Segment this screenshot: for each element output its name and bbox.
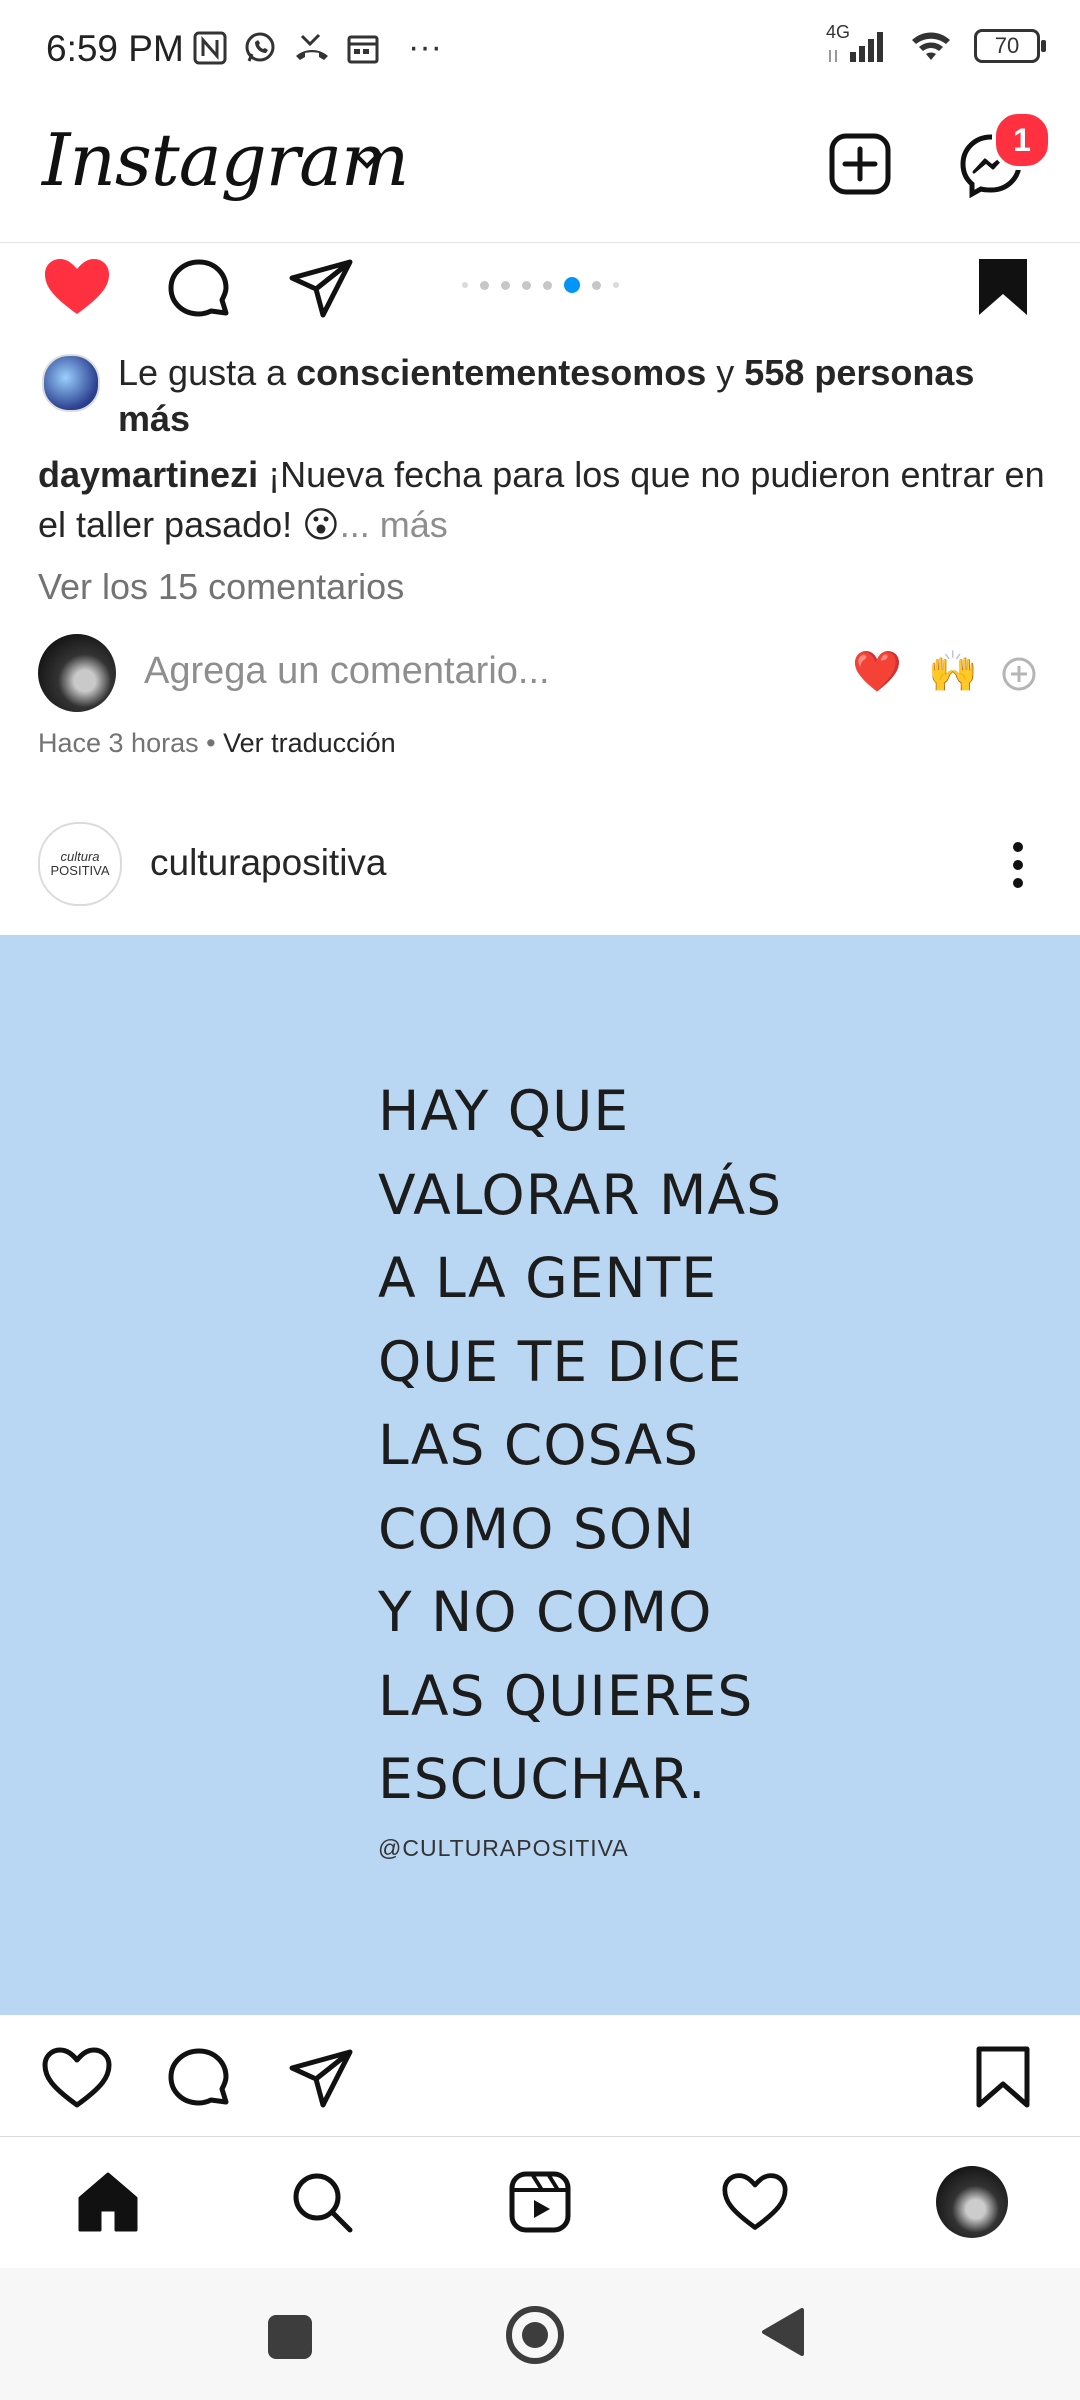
status-time: 6:59 PM [46,28,184,69]
header-divider [0,242,1080,243]
messenger-badge: 1 [992,110,1052,170]
caption-more-link[interactable]: ... más [340,504,448,545]
carousel-dot [592,280,601,290]
view-comments-link[interactable]: Ver los 15 comentarios [38,566,404,608]
search-icon[interactable] [290,2170,354,2234]
account-avatar[interactable]: cultura POSITIVA [38,822,122,906]
see-translation-link[interactable]: Ver traducción [223,728,396,758]
avatar-text-top: cultura [60,849,100,864]
like-heart-icon[interactable] [42,2047,112,2109]
profile-avatar[interactable] [936,2166,1008,2238]
carousel-dot [501,280,510,290]
quote-line: HAY QUE [378,1079,630,1143]
post-caption[interactable]: daymartinezi ¡Nueva fecha para los que n… [38,450,1048,550]
comment-icon[interactable] [166,257,232,323]
post-timestamp: Hace 3 horas • Ver traducción [38,728,396,758]
bookmark-filled-icon[interactable] [976,256,1030,318]
nfc-icon [193,31,227,64]
back-triangle-icon[interactable] [760,2306,806,2358]
quote-line: QUE TE DICE [378,1329,743,1394]
likes-prefix: Le gusta a [118,352,297,393]
status-system-icons: 4G 70 [826,22,1046,64]
share-icon[interactable] [288,258,354,320]
likes-joiner: y [706,352,745,393]
wifi-icon [912,32,950,60]
current-user-avatar [38,634,116,712]
more-options-icon[interactable] [1006,840,1030,890]
calendar-icon [347,35,379,63]
quote-line: A LA GENTE [378,1246,717,1310]
add-reaction-icon[interactable] [1000,655,1038,693]
image-watermark: @CULTURAPOSITIVA [378,1835,629,1861]
missed-call-icon [296,33,328,60]
nav-divider [0,2136,1080,2137]
chevron-down-icon[interactable] [352,150,382,170]
quick-reaction-heart[interactable]: ❤️ [852,648,902,695]
home-icon[interactable] [76,2170,140,2234]
like-heart-filled-icon[interactable] [42,256,112,318]
avatar-text-bottom: POSITIVA [50,863,110,878]
likes-user[interactable]: conscientementesomos [296,352,706,393]
quote-line: COMO SON [378,1496,696,1561]
liker-avatar[interactable] [42,354,100,412]
status-more-icon: ··· [408,28,442,66]
whatsapp-icon [245,32,275,62]
carousel-indicator [462,277,619,293]
reels-icon[interactable] [508,2170,572,2234]
bookmark-icon[interactable] [976,2046,1030,2108]
carousel-dot [462,282,468,288]
quick-reaction-hands[interactable]: 🙌 [928,648,978,695]
quote-line: ESCUCHAR. [378,1747,707,1811]
new-post-icon[interactable] [828,132,892,196]
carousel-dot-active [564,277,580,293]
activity-heart-icon[interactable] [722,2172,788,2232]
cellular-signal-icon: 4G [826,22,888,64]
quote-text: HAY QUE VALORAR MÁS A LA GENTE QUE TE DI… [378,1070,782,1822]
quote-line: LAS QUIERES [378,1663,754,1728]
home-circle-icon[interactable] [506,2306,564,2364]
status-notification-icons: ··· [192,28,442,67]
quote-line: LAS COSAS [378,1413,700,1477]
caption-username[interactable]: daymartinezi [38,454,258,495]
carousel-dot [543,280,552,290]
carousel-dot [522,280,531,290]
carousel-dot [480,280,489,290]
add-comment-input[interactable]: Agrega un comentario... [144,650,550,693]
battery-indicator: 70 [974,29,1046,63]
time-ago: Hace 3 horas [38,728,199,758]
carousel-dot [613,282,619,288]
comment-icon[interactable] [166,2046,232,2112]
recents-square-icon[interactable] [268,2315,312,2359]
quote-line: Y NO COMO [378,1580,713,1644]
battery-level: 70 [994,33,1020,58]
quote-line: VALORAR MÁS [378,1162,783,1227]
account-username[interactable]: culturapositiva [150,842,387,884]
likes-summary[interactable]: Le gusta a conscientementesomos y 558 pe… [118,350,1038,442]
share-icon[interactable] [288,2048,354,2110]
